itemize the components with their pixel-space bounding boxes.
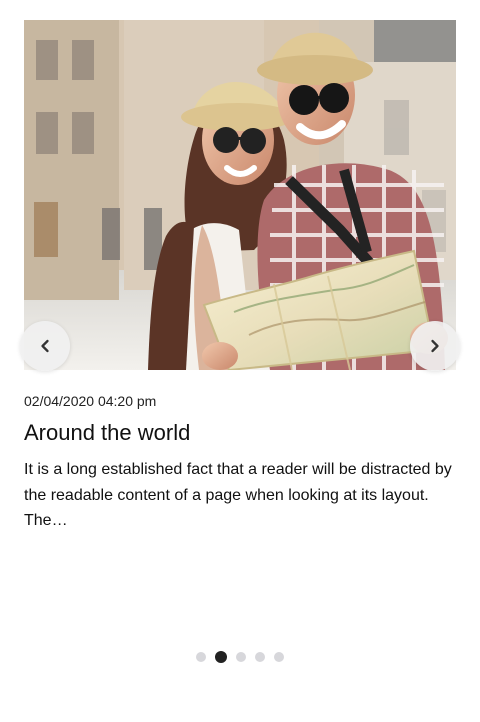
- news-carousel: 02/04/2020 04:20 pm Around the world It …: [0, 0, 480, 722]
- carousel-dot[interactable]: [255, 652, 265, 662]
- chevron-left-icon: [41, 339, 49, 353]
- slide-image: [24, 20, 456, 370]
- carousel-dot[interactable]: [196, 652, 206, 662]
- article-excerpt: It is a long established fact that a rea…: [24, 461, 452, 529]
- carousel-dot[interactable]: [274, 652, 284, 662]
- carousel-pagination: [0, 651, 480, 663]
- travel-photo: [24, 20, 456, 370]
- page: 02/04/2020 04:20 pm Around the world It …: [0, 0, 480, 722]
- article-date: 02/04/2020 04:20 pm: [24, 393, 157, 409]
- previous-slide-button[interactable]: [20, 321, 70, 371]
- carousel-dot[interactable]: [236, 652, 246, 662]
- article-title[interactable]: Around the world: [24, 419, 190, 447]
- carousel-dot-active[interactable]: [215, 651, 227, 663]
- chevron-right-icon: [431, 339, 439, 353]
- next-slide-button[interactable]: [410, 321, 460, 371]
